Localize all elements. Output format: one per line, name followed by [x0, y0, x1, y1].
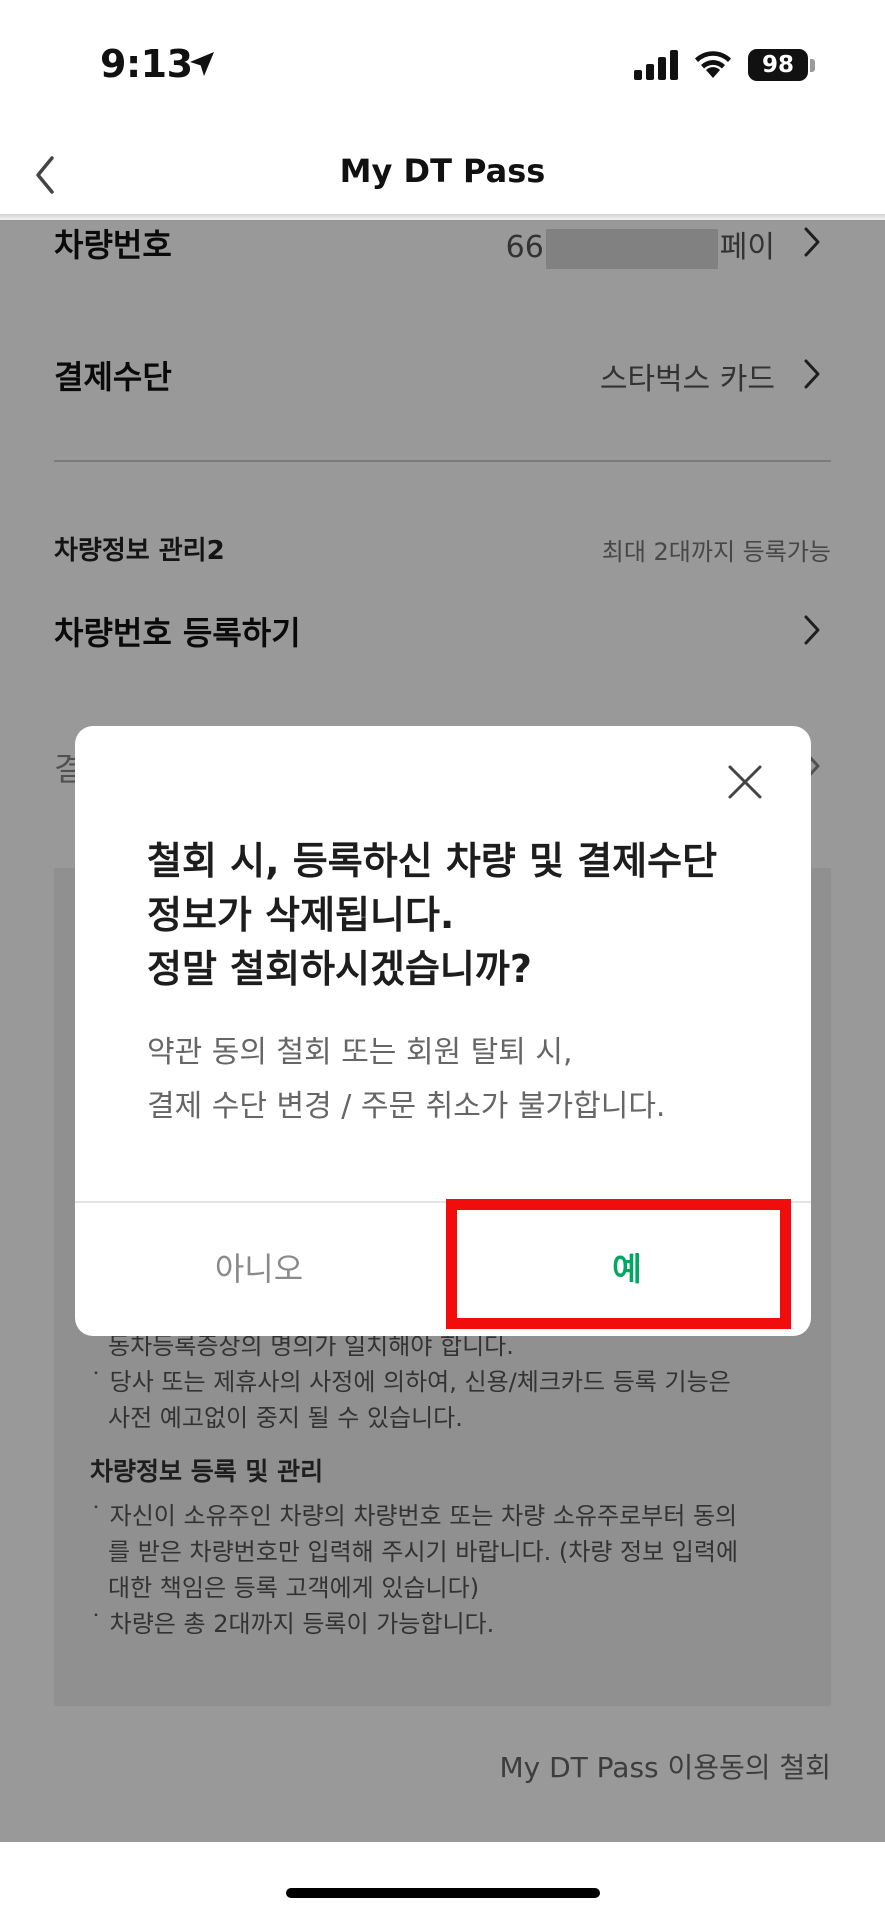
close-icon[interactable] [725, 762, 765, 802]
dialog-description-line: 약관 동의 철회 또는 회원 탈퇴 시, [147, 1035, 573, 1070]
status-bar: 9:13 98 [0, 0, 885, 130]
dialog-title-line: 정말 철회하시겠습니까? [147, 947, 532, 991]
cellular-signal-icon [634, 50, 678, 80]
home-indicator[interactable] [286, 1888, 600, 1898]
dialog-description: 약관 동의 철회 또는 회원 탈퇴 시, 결제 수단 변경 / 주문 취소가 불… [147, 1026, 767, 1134]
nav-bar: My DT Pass [0, 130, 885, 220]
location-arrow-icon [190, 52, 214, 76]
battery-tip [810, 59, 815, 72]
dialog-title-line: 철회 시, 등록하신 차량 및 결제수단 [147, 839, 718, 883]
yes-button[interactable]: 예 [443, 1203, 811, 1336]
wifi-icon [695, 51, 731, 78]
no-button[interactable]: 아니오 [75, 1203, 443, 1336]
confirm-dialog: 철회 시, 등록하신 차량 및 결제수단 정보가 삭제됩니다. 정말 철회하시겠… [75, 726, 811, 1336]
battery-indicator: 98 [748, 49, 808, 81]
dialog-description-line: 결제 수단 변경 / 주문 취소가 불가합니다. [147, 1089, 666, 1124]
dialog-title: 철회 시, 등록하신 차량 및 결제수단 정보가 삭제됩니다. 정말 철회하시겠… [147, 834, 747, 996]
dialog-title-line: 정보가 삭제됩니다. [147, 893, 455, 937]
home-indicator-area [0, 1840, 885, 1920]
page-title: My DT Pass [339, 152, 546, 190]
status-time: 9:13 [100, 42, 193, 86]
